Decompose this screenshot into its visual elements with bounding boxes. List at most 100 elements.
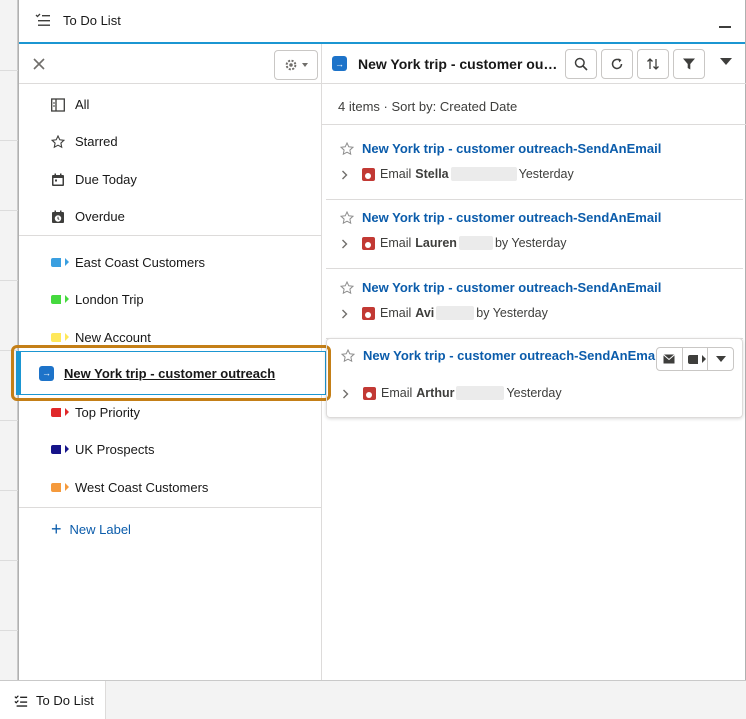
sidebar-item-label: Top Priority (75, 405, 141, 420)
sidebar-item-london-trip[interactable]: London Trip (19, 281, 322, 318)
sidebar-item-label: East Coast Customers (75, 255, 206, 270)
redacted-text (436, 306, 475, 320)
list-summary: 4 items · Sort by: Created Date (338, 99, 518, 114)
sort-button[interactable] (637, 49, 669, 79)
chevron-right-icon[interactable] (342, 389, 350, 399)
filter-button[interactable] (673, 49, 705, 79)
task-title-link[interactable]: New York trip - customer outreach-SendAn… (363, 348, 663, 364)
sidebar-item-label: West Coast Customers (75, 480, 209, 495)
tag-icon (51, 481, 69, 495)
star-icon[interactable] (340, 142, 354, 156)
list-options-dropdown[interactable] (720, 58, 732, 65)
sidebar-item-label: Due Today (75, 172, 137, 187)
task-row[interactable]: New York trip - customer outreach-SendAn… (326, 271, 743, 339)
utility-tab-label: To Do List (36, 693, 94, 708)
sidebar-item-east-coast-customers[interactable]: East Coast Customers (19, 244, 322, 281)
star-icon[interactable] (341, 349, 355, 363)
list-view-icon (51, 97, 65, 112)
gear-icon (285, 59, 297, 71)
sidebar-item-west-coast-customers[interactable]: West Coast Customers (19, 469, 322, 506)
chevron-right-icon[interactable] (341, 309, 349, 319)
selection-accent (17, 352, 21, 394)
new-label-button[interactable]: + New Label (51, 519, 131, 539)
list-toolbar: → New York trip - customer outreach (322, 44, 746, 84)
sidebar: All Starred Due Today Overdue East Coast… (11, 44, 331, 680)
sidebar-item-overdue[interactable]: Overdue (19, 198, 322, 235)
sidebar-toolbar (19, 44, 321, 84)
panel-title: To Do List (63, 13, 121, 28)
star-icon[interactable] (340, 281, 354, 295)
task-due: Yesterday (518, 167, 574, 181)
event-calendar-icon (362, 168, 375, 181)
star-icon (51, 134, 65, 149)
sidebar-item-all[interactable]: All (19, 86, 322, 123)
task-due: Yesterday (506, 386, 562, 400)
event-calendar-icon (362, 307, 375, 320)
overdue-calendar-icon (51, 210, 65, 224)
envelope-icon (663, 354, 676, 364)
close-icon[interactable] (31, 56, 47, 72)
more-actions-button[interactable] (708, 348, 733, 370)
plus-icon: + (51, 519, 62, 539)
divider (322, 124, 746, 125)
task-row[interactable]: New York trip - customer outreach-SendAn… (326, 201, 743, 269)
task-type: Email (380, 167, 412, 181)
divider (19, 507, 322, 508)
sidebar-item-label: UK Prospects (75, 442, 155, 457)
label-arrow-icon: → (332, 56, 347, 71)
task-row[interactable]: New York trip - customer outreach-SendAn… (326, 338, 743, 418)
email-action-button[interactable] (657, 348, 683, 370)
chevron-right-icon[interactable] (341, 170, 349, 180)
sidebar-item-top-priority[interactable]: Top Priority (19, 394, 322, 431)
sidebar-item-new-york-trip[interactable]: → New York trip - customer outreach (16, 351, 326, 395)
task-contact: Lauren (415, 236, 457, 250)
task-title-link[interactable]: New York trip - customer outreach-SendAn… (362, 141, 661, 156)
sidebar-item-label: New Account (75, 330, 151, 345)
minimize-button[interactable] (719, 26, 731, 28)
settings-menu-button[interactable] (274, 50, 318, 80)
chevron-right-icon[interactable] (341, 239, 349, 249)
filter-icon (683, 58, 695, 70)
star-icon[interactable] (340, 211, 354, 225)
utility-bar: To Do List (0, 680, 746, 719)
search-button[interactable] (565, 49, 597, 79)
refresh-icon (611, 58, 623, 70)
task-list-pane: → New York trip - customer outreach 4 it… (322, 44, 746, 680)
tag-icon (688, 354, 706, 364)
divider (19, 235, 322, 236)
task-row[interactable]: New York trip - customer outreach-SendAn… (326, 132, 743, 200)
event-calendar-icon (362, 237, 375, 250)
task-type: Email (381, 386, 413, 400)
task-contact: Stella (415, 167, 449, 181)
task-meta: Email Arthur Yesterday (381, 386, 562, 400)
sidebar-item-starred[interactable]: Starred (19, 123, 322, 160)
sidebar-item-uk-prospects[interactable]: UK Prospects (19, 431, 322, 468)
label-action-button[interactable] (683, 348, 709, 370)
tag-icon (51, 406, 69, 420)
background-strip (0, 0, 18, 680)
redacted-text (458, 236, 493, 250)
tag-icon (51, 293, 69, 307)
task-type: Email (380, 236, 412, 250)
sidebar-item-label: All (75, 97, 90, 112)
sidebar-item-label: Starred (75, 134, 118, 149)
sidebar-item-label: London Trip (75, 292, 144, 307)
list-title: New York trip - customer outreach (358, 56, 558, 72)
redacted-text (456, 386, 505, 400)
chevron-down-icon (302, 63, 308, 67)
task-type: Email (380, 306, 412, 320)
utility-bar-todo-tab[interactable]: To Do List (0, 681, 106, 719)
task-meta: Email Lauren by Yesterday (380, 236, 567, 250)
event-calendar-icon (363, 387, 376, 400)
task-due: by Yesterday (494, 236, 567, 250)
refresh-button[interactable] (601, 49, 633, 79)
chevron-down-icon (715, 356, 726, 362)
sidebar-item-due-today[interactable]: Due Today (19, 161, 322, 198)
task-meta: Email Avi by Yesterday (380, 306, 548, 320)
task-title-link[interactable]: New York trip - customer outreach-SendAn… (362, 210, 661, 225)
calendar-icon (51, 173, 65, 187)
task-contact: Arthur (416, 386, 455, 400)
sort-icon (647, 58, 659, 70)
sidebar-item-label: Overdue (75, 209, 125, 224)
task-title-link[interactable]: New York trip - customer outreach-SendAn… (362, 280, 661, 295)
